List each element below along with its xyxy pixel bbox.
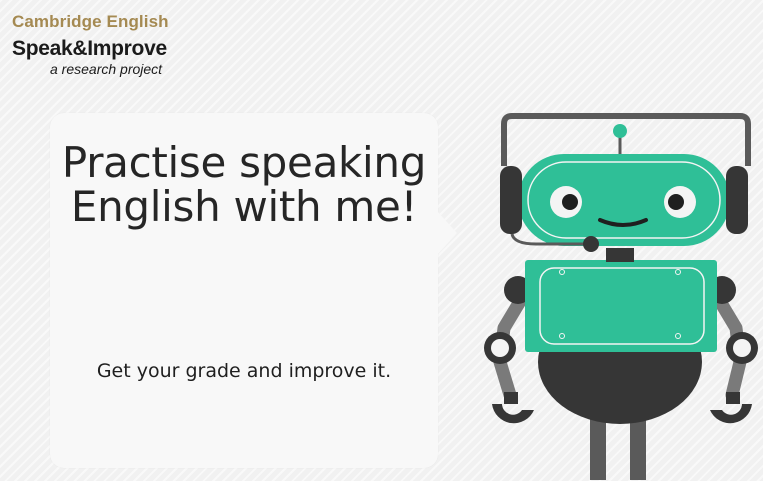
brand-org: Cambridge English	[12, 12, 169, 31]
brand-tagline: a research project	[50, 61, 163, 77]
hero-subline: Get your grade and improve it.	[96, 360, 392, 382]
brand-logo: Cambridge English Speak&Improve a resear…	[12, 12, 169, 77]
speech-bubble: Practise speaking English with me! Get y…	[50, 113, 457, 468]
brand-product: Speak&Improve	[12, 37, 167, 60]
hero-headline: Practise speaking English with me!	[61, 138, 427, 231]
robot-icon	[484, 113, 758, 480]
